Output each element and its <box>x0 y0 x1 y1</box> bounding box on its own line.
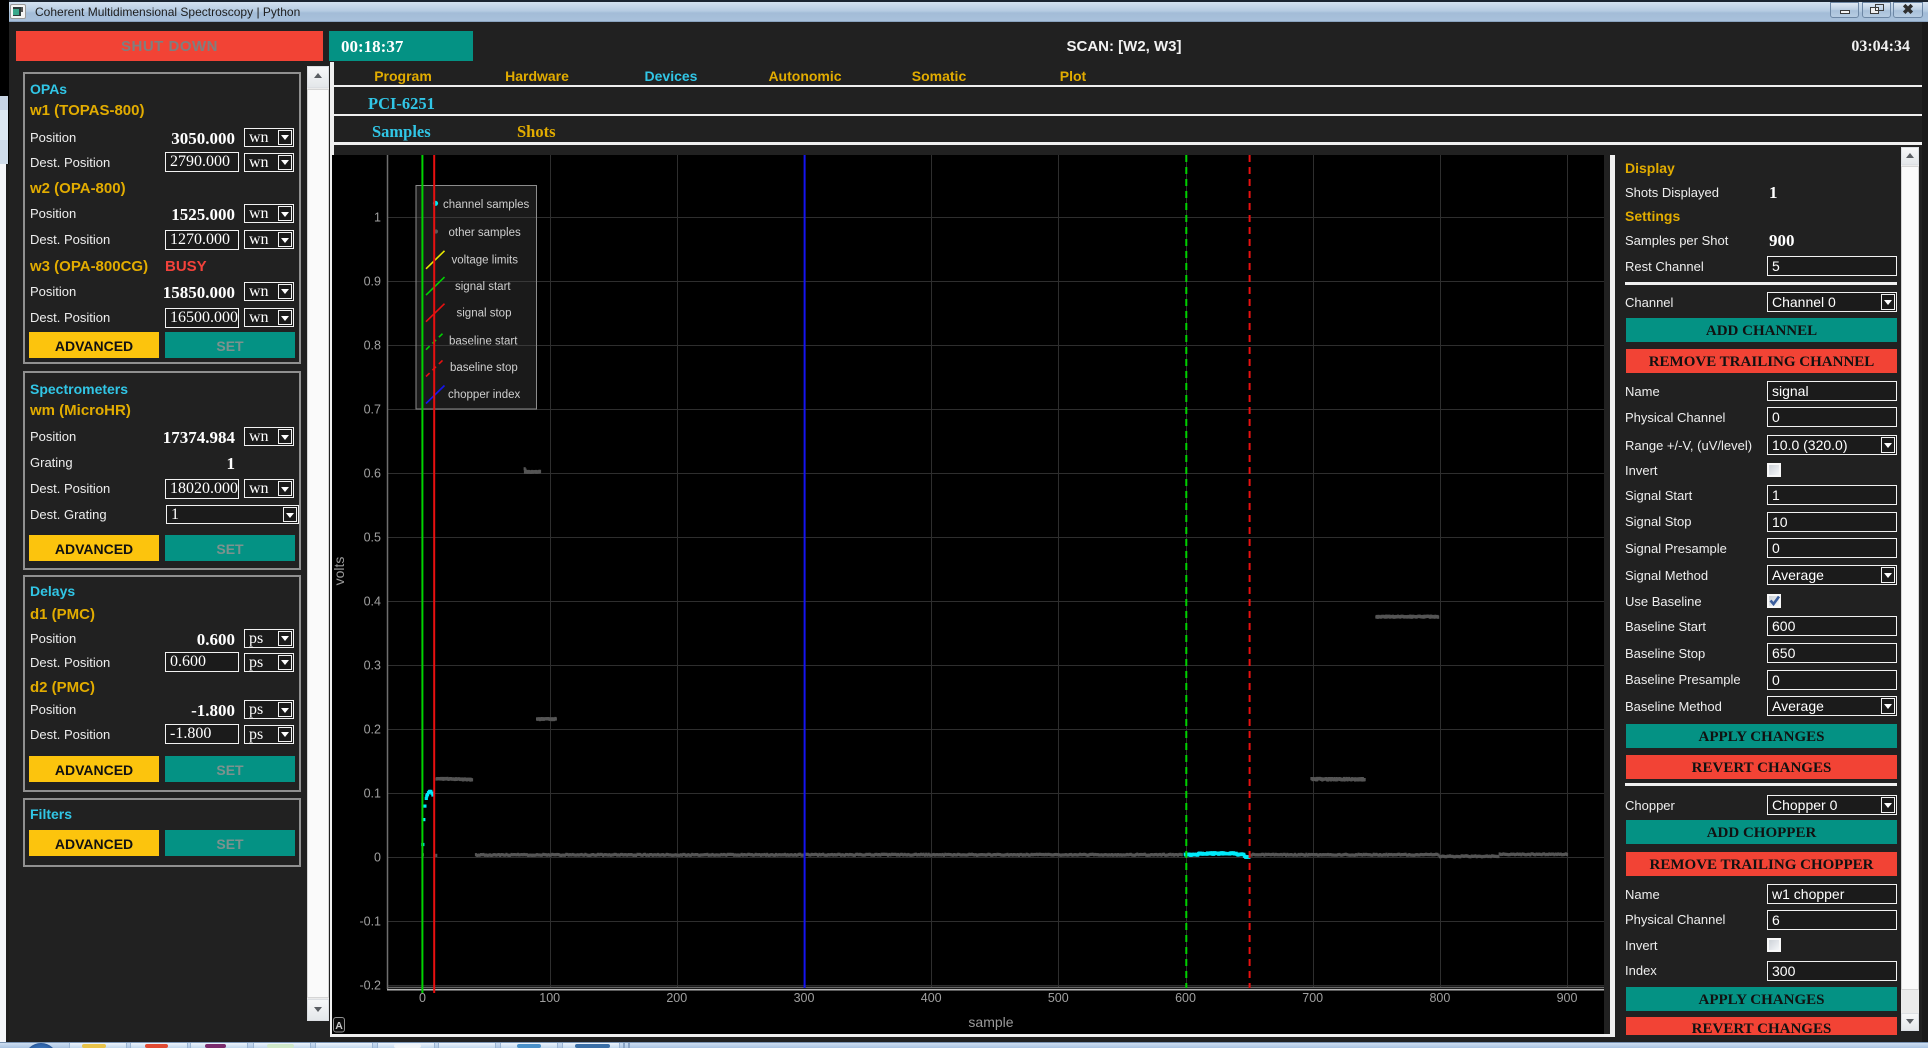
svg-text:sample: sample <box>968 1014 1013 1030</box>
svg-text:0.9: 0.9 <box>364 275 381 289</box>
svg-text:-0.1: -0.1 <box>359 915 381 929</box>
svg-text:signal start: signal start <box>455 281 511 293</box>
svg-text:300: 300 <box>794 991 815 1005</box>
svg-text:900: 900 <box>1557 991 1578 1005</box>
svg-text:800: 800 <box>1429 991 1450 1005</box>
svg-text:200: 200 <box>666 991 687 1005</box>
svg-text:channel samples: channel samples <box>443 199 530 211</box>
svg-text:other samples: other samples <box>449 227 521 239</box>
svg-text:0.6: 0.6 <box>364 467 381 481</box>
svg-text:chopper index: chopper index <box>448 389 520 401</box>
svg-text:100: 100 <box>539 991 560 1005</box>
svg-text:500: 500 <box>1048 991 1069 1005</box>
svg-text:0.8: 0.8 <box>364 339 381 353</box>
svg-text:600: 600 <box>1175 991 1196 1005</box>
svg-text:voltage limits: voltage limits <box>452 255 519 267</box>
svg-text:signal stop: signal stop <box>457 307 512 319</box>
svg-text:baseline start: baseline start <box>449 335 518 347</box>
svg-text:0.5: 0.5 <box>364 531 381 545</box>
svg-text:-0.2: -0.2 <box>359 979 381 993</box>
svg-text:0.2: 0.2 <box>364 723 381 737</box>
svg-text:0: 0 <box>374 851 381 865</box>
svg-text:volts: volts <box>332 557 347 586</box>
svg-text:A: A <box>335 1020 343 1032</box>
svg-text:0: 0 <box>419 991 426 1005</box>
svg-text:0.1: 0.1 <box>364 787 381 801</box>
svg-text:baseline stop: baseline stop <box>450 362 518 374</box>
svg-text:700: 700 <box>1302 991 1323 1005</box>
svg-text:400: 400 <box>921 991 942 1005</box>
svg-text:0.4: 0.4 <box>364 595 381 609</box>
svg-text:0.3: 0.3 <box>364 659 381 673</box>
svg-text:0.7: 0.7 <box>364 403 381 417</box>
svg-text:1: 1 <box>374 211 381 225</box>
